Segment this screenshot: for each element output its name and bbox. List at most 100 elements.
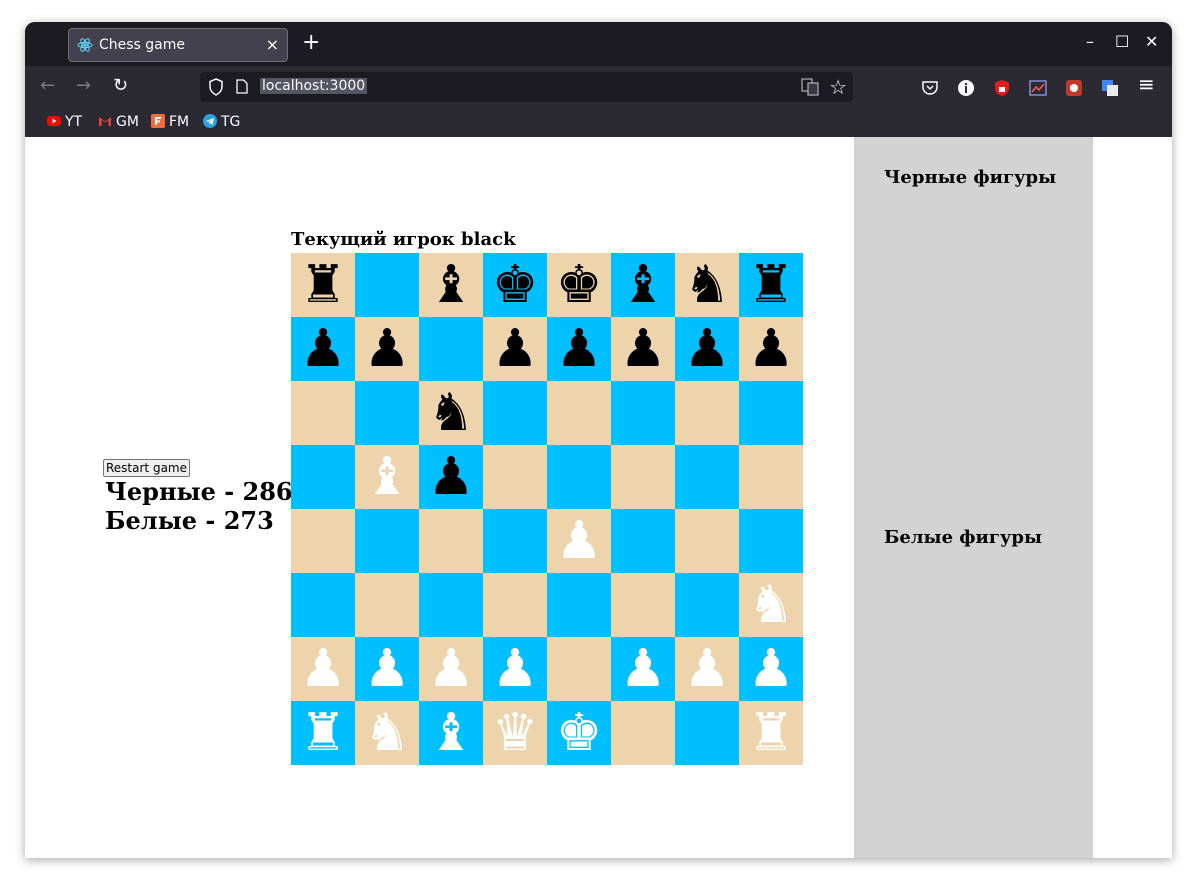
extension-chart-icon[interactable] — [1029, 79, 1047, 97]
board-square[interactable]: ♝︎ — [419, 253, 483, 317]
board-square[interactable] — [611, 445, 675, 509]
board-square[interactable] — [291, 381, 355, 445]
new-tab-button[interactable]: + — [302, 32, 320, 54]
board-square[interactable] — [611, 509, 675, 573]
black-rook-icon[interactable]: ♜︎ — [748, 253, 795, 317]
board-square[interactable] — [355, 253, 419, 317]
black-pawn-icon[interactable]: ♟︎ — [300, 317, 347, 381]
board-square[interactable]: ♞︎ — [355, 701, 419, 765]
minimize-button[interactable]: – — [1086, 32, 1094, 51]
white-queen-icon[interactable]: ♛︎ — [492, 701, 539, 765]
shield-icon[interactable] — [208, 78, 224, 96]
board-square[interactable] — [483, 509, 547, 573]
board-square[interactable]: ♞︎ — [739, 573, 803, 637]
bookmark-gm[interactable]: GM — [98, 114, 139, 130]
board-square[interactable]: ♟︎ — [419, 637, 483, 701]
board-square[interactable] — [547, 637, 611, 701]
board-square[interactable]: ♟︎ — [291, 637, 355, 701]
board-square[interactable] — [611, 701, 675, 765]
board-square[interactable]: ♝︎ — [611, 253, 675, 317]
back-button[interactable]: ← — [40, 76, 55, 96]
board-square[interactable] — [483, 445, 547, 509]
white-bishop-icon[interactable]: ♝︎ — [428, 701, 475, 765]
white-rook-icon[interactable]: ♜︎ — [300, 701, 347, 765]
board-square[interactable]: ♟︎ — [547, 509, 611, 573]
white-pawn-icon[interactable]: ♟︎ — [300, 637, 347, 701]
board-square[interactable] — [739, 381, 803, 445]
board-square[interactable]: ♟︎ — [291, 317, 355, 381]
board-square[interactable] — [547, 573, 611, 637]
board-square[interactable] — [291, 445, 355, 509]
board-square[interactable] — [291, 509, 355, 573]
maximize-button[interactable]: ☐ — [1115, 32, 1129, 51]
white-bishop-icon[interactable]: ♝︎ — [364, 445, 411, 509]
tab-close-icon[interactable]: × — [266, 35, 279, 54]
restart-game-button[interactable]: Restart game — [103, 459, 190, 477]
bookmark-fm[interactable]: FM — [151, 114, 189, 130]
board-square[interactable]: ♞︎ — [419, 381, 483, 445]
board-square[interactable]: ♟︎ — [483, 637, 547, 701]
board-square[interactable]: ♛︎ — [483, 701, 547, 765]
black-bishop-icon[interactable]: ♝︎ — [620, 253, 667, 317]
info-extension-icon[interactable] — [957, 79, 975, 97]
chess-board[interactable]: ♜︎ ♝︎ ♚︎ ♚︎ ♝︎ ♞︎ ♜︎ ♟︎ ♟︎ ♟︎ ♟︎ ♟︎ ♟︎ ♟︎ ♞︎ ♝︎ ♟︎ ♟︎ ♞︎ ♟︎… — [291, 253, 803, 765]
board-square[interactable] — [611, 381, 675, 445]
white-pawn-icon[interactable]: ♟︎ — [428, 637, 475, 701]
black-pawn-icon[interactable]: ♟︎ — [364, 317, 411, 381]
board-square[interactable]: ♜︎ — [291, 253, 355, 317]
board-square[interactable]: ♚︎ — [547, 253, 611, 317]
board-square[interactable] — [483, 573, 547, 637]
black-king-icon[interactable]: ♚︎ — [492, 253, 539, 317]
board-square[interactable] — [291, 573, 355, 637]
board-square[interactable]: ♚︎ — [547, 701, 611, 765]
board-square[interactable]: ♝︎ — [355, 445, 419, 509]
close-window-button[interactable]: ✕ — [1145, 32, 1158, 51]
black-knight-icon[interactable]: ♞︎ — [684, 253, 731, 317]
white-pawn-icon[interactable]: ♟︎ — [556, 509, 603, 573]
url-bar[interactable]: localhost:3000 ☆ — [200, 72, 853, 102]
black-pawn-icon[interactable]: ♟︎ — [620, 317, 667, 381]
board-square[interactable] — [419, 573, 483, 637]
white-pawn-icon[interactable]: ♟︎ — [492, 637, 539, 701]
board-square[interactable] — [739, 509, 803, 573]
board-square[interactable] — [547, 445, 611, 509]
board-square[interactable] — [675, 509, 739, 573]
url-text[interactable]: localhost:3000 — [260, 78, 368, 94]
black-king-icon[interactable]: ♚︎ — [556, 253, 603, 317]
forward-button[interactable]: → — [76, 76, 91, 96]
reload-button[interactable]: ↻ — [113, 76, 128, 96]
ublock-icon[interactable] — [993, 79, 1011, 97]
white-king-icon[interactable]: ♚︎ — [556, 701, 603, 765]
board-square[interactable]: ♟︎ — [419, 445, 483, 509]
menu-button[interactable]: ≡ — [1138, 74, 1155, 94]
black-pawn-icon[interactable]: ♟︎ — [684, 317, 731, 381]
board-square[interactable]: ♟︎ — [675, 637, 739, 701]
white-knight-icon[interactable]: ♞︎ — [748, 573, 795, 637]
black-knight-icon[interactable]: ♞︎ — [428, 381, 475, 445]
board-square[interactable] — [419, 509, 483, 573]
board-square[interactable]: ♟︎ — [739, 317, 803, 381]
board-square[interactable]: ♚︎ — [483, 253, 547, 317]
translate-extension-icon[interactable] — [1101, 79, 1119, 97]
board-square[interactable] — [611, 573, 675, 637]
bookmark-tg[interactable]: TG — [203, 114, 240, 130]
board-square[interactable] — [675, 445, 739, 509]
board-square[interactable] — [355, 509, 419, 573]
white-pawn-icon[interactable]: ♟︎ — [620, 637, 667, 701]
board-square[interactable] — [355, 381, 419, 445]
board-square[interactable]: ♜︎ — [739, 253, 803, 317]
bookmark-star-icon[interactable]: ☆ — [829, 75, 847, 99]
board-square[interactable] — [419, 317, 483, 381]
white-knight-icon[interactable]: ♞︎ — [364, 701, 411, 765]
black-pawn-icon[interactable]: ♟︎ — [492, 317, 539, 381]
board-square[interactable] — [675, 381, 739, 445]
board-square[interactable]: ♟︎ — [611, 637, 675, 701]
board-square[interactable]: ♟︎ — [739, 637, 803, 701]
pocket-icon[interactable] — [921, 79, 939, 97]
board-square[interactable]: ♟︎ — [355, 637, 419, 701]
white-pawn-icon[interactable]: ♟︎ — [364, 637, 411, 701]
board-square[interactable]: ♟︎ — [483, 317, 547, 381]
board-square[interactable]: ♜︎ — [291, 701, 355, 765]
board-square[interactable] — [547, 381, 611, 445]
tab-chess-game[interactable]: Chess game × — [68, 28, 288, 62]
